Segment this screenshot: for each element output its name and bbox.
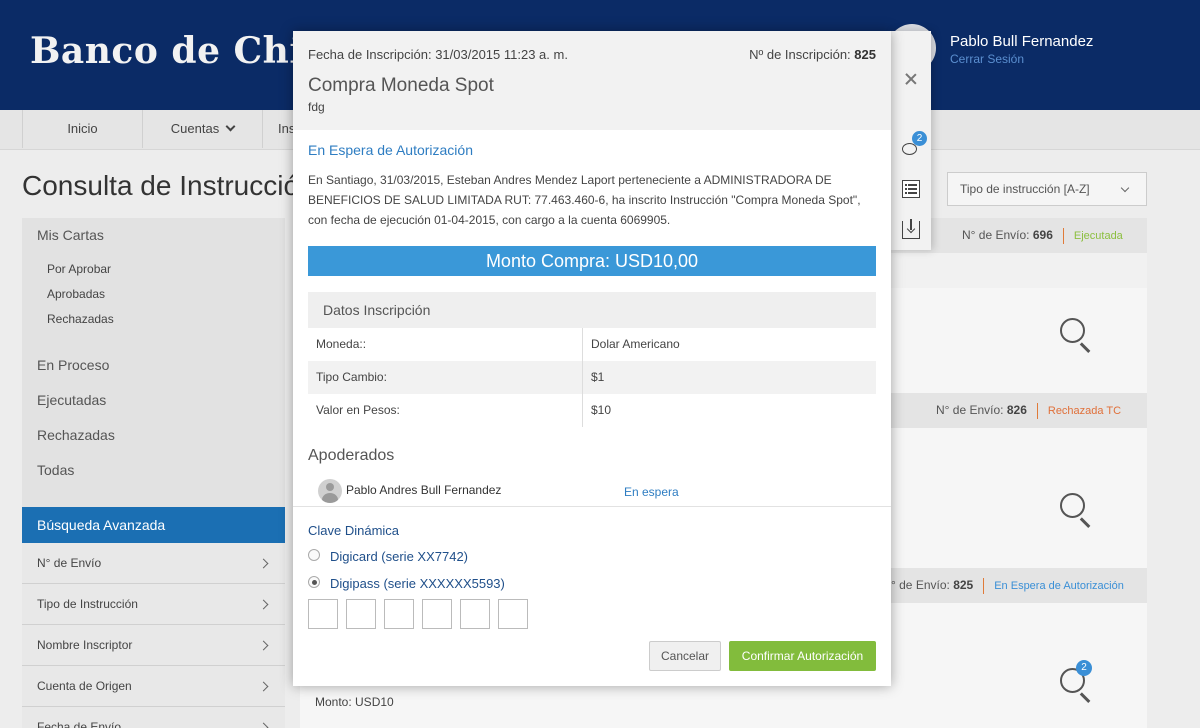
comment-count-badge: 2 [1076, 660, 1092, 676]
amount-banner: Monto Compra: USD10,00 [308, 246, 876, 276]
chevron-right-icon [258, 640, 269, 651]
confirm-authorization-button[interactable]: Confirmar Autorización [729, 641, 876, 671]
chevron-down-icon [1120, 183, 1130, 193]
status-badge: En Espera de Autorización [994, 580, 1124, 593]
inscription-date: Fecha de Inscripción: 31/03/2015 11:23 a… [308, 47, 568, 62]
apoderado-name: Pablo Andres Bull Fernandez [346, 483, 502, 497]
close-icon[interactable] [904, 72, 918, 86]
avatar [318, 479, 342, 503]
instruction-type-select[interactable]: Tipo de instrucción [A-Z] [947, 172, 1147, 206]
code-digit-input-5[interactable] [460, 599, 490, 629]
sidebar-item-por-aprobar[interactable]: Por Aprobar [47, 262, 111, 276]
sidebar-item-aprobadas[interactable]: Aprobadas [47, 287, 105, 301]
inscription-number: Nº de Inscripción: 825 [749, 47, 876, 62]
status-badge: Rechazada TC [1047, 405, 1122, 418]
nav-cuentas[interactable]: Cuentas [142, 110, 262, 148]
adv-filter-cuenta[interactable]: Cuenta de Origen [22, 666, 285, 707]
sidebar-item-en-proceso[interactable]: En Proceso [37, 357, 109, 373]
sidebar-item-todas[interactable]: Todas [37, 462, 74, 478]
modal-header: Fecha de Inscripción: 31/03/2015 11:23 a… [293, 31, 891, 130]
sidebar: Mis Cartas Por Aprobar Aprobadas Rechaza… [22, 218, 285, 728]
sidebar-item-rechazadas[interactable]: Rechazadas [47, 312, 114, 326]
chevron-right-icon [258, 722, 269, 728]
chevron-right-icon [258, 681, 269, 692]
apoderados-header: Apoderados [308, 447, 395, 464]
section-divider [293, 506, 891, 507]
search-icon[interactable] [1060, 493, 1094, 528]
page-title: Consulta de Instrucción [22, 170, 315, 201]
nav-inicio[interactable]: Inicio [22, 110, 142, 148]
sidebar-mis-cartas[interactable]: Mis Cartas [37, 227, 104, 243]
card-envio-696: N° de Envío: 696 Ejecutada [962, 228, 1123, 244]
search-icon[interactable]: 2 [1060, 660, 1094, 703]
data-row-valor-pesos: Valor en Pesos: $10 [316, 403, 612, 417]
chevron-right-icon [258, 599, 269, 610]
apoderado-status: En espera [624, 485, 679, 499]
status-badge: Ejecutada [1073, 230, 1123, 243]
authorization-status: En Espera de Autorización [308, 142, 473, 158]
adv-filter-inscriptor[interactable]: Nombre Inscriptor [22, 625, 285, 666]
clave-dinamica-header: Clave Dinámica [308, 523, 400, 538]
details-list-icon[interactable] [902, 180, 920, 198]
advanced-search-header[interactable]: Búsqueda Avanzada [22, 507, 285, 543]
authorization-modal: Fecha de Inscripción: 31/03/2015 11:23 a… [293, 31, 891, 686]
code-digit-input-2[interactable] [346, 599, 376, 629]
search-icon[interactable] [1060, 318, 1094, 353]
table-divider [582, 328, 583, 427]
card-envio-826: N° de Envío: 826 Rechazada TC [936, 403, 1122, 419]
digipass-label[interactable]: Digipass (serie XXXXXX5593) [330, 576, 505, 591]
code-digit-input-4[interactable] [422, 599, 452, 629]
modal-title: Compra Moneda Spot [308, 75, 494, 96]
digipass-radio[interactable] [308, 576, 320, 588]
code-digit-input-6[interactable] [498, 599, 528, 629]
adv-filter-fecha[interactable]: Fecha de Envío [22, 707, 285, 728]
adv-filter-tipo[interactable]: Tipo de Instrucción [22, 584, 285, 625]
chevron-right-icon [258, 558, 269, 569]
chevron-down-icon [225, 121, 236, 132]
modal-subtitle: fdg [308, 100, 325, 114]
code-digit-input-3[interactable] [384, 599, 414, 629]
instruction-description: En Santiago, 31/03/2015, Esteban Andres … [308, 173, 861, 227]
comment-count-badge: 2 [912, 131, 927, 146]
code-digit-input-1[interactable] [308, 599, 338, 629]
digicard-radio[interactable] [308, 549, 320, 561]
user-name: Pablo Bull Fernandez [950, 33, 1094, 50]
logout-link[interactable]: Cerrar Sesión [950, 52, 1024, 66]
data-row-tipo-cambio: Tipo Cambio: $1 [308, 361, 876, 394]
adv-filter-envio[interactable]: N° de Envío [22, 543, 285, 584]
sidebar-item-ejecutadas[interactable]: Ejecutadas [37, 392, 106, 408]
datos-inscripcion-header: Datos Inscripción [308, 292, 876, 328]
card-monto: Monto: USD10 [315, 695, 394, 709]
cancel-button[interactable]: Cancelar [649, 641, 721, 671]
comments-icon[interactable]: 2 [902, 131, 927, 158]
digicard-label[interactable]: Digicard (serie XX7742) [330, 549, 468, 564]
download-icon[interactable] [902, 219, 920, 239]
card-envio-825: ° de Envío: 825 En Espera de Autorización [891, 578, 1124, 594]
sidebar-item-rechazadas-group[interactable]: Rechazadas [37, 427, 115, 443]
data-row-moneda: Moneda:: Dolar Americano [316, 337, 680, 351]
